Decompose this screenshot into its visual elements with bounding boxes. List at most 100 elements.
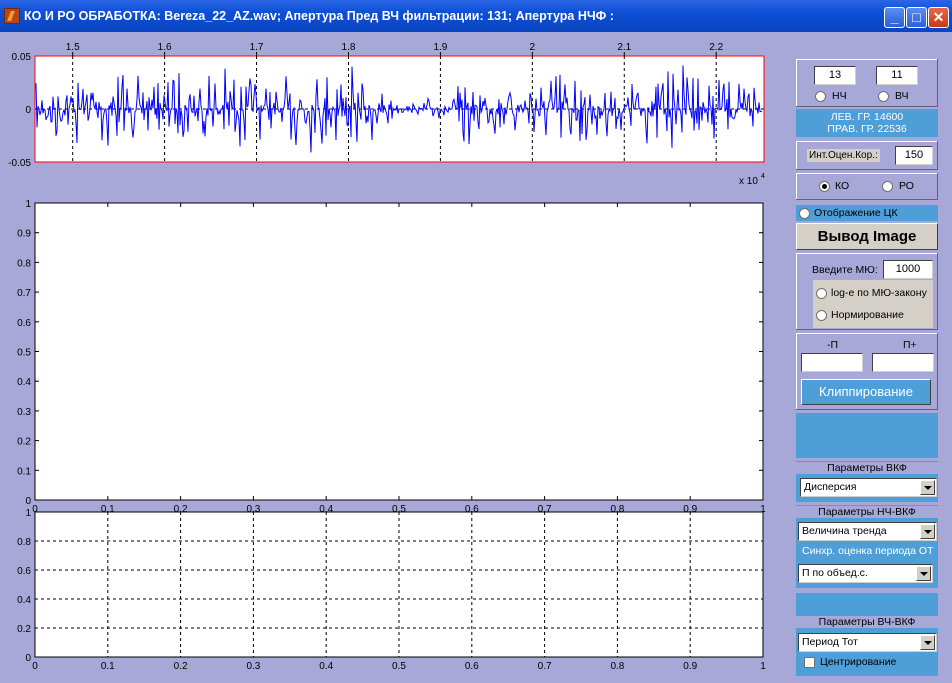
x-tick-label: 0.6 [465, 661, 479, 672]
int-est-label: Инт.Оцен.Кор.: [807, 149, 880, 162]
log-mu-radio[interactable] [816, 288, 827, 299]
left-bound-text: ЛЕВ. ГР. 14600 [830, 111, 904, 123]
y-tick-label: 0.2 [17, 624, 31, 635]
x-tick-label: 1.7 [250, 42, 264, 53]
vkf-params-label: Параметры ВКФ [796, 462, 938, 474]
sync-select-value: П по объед.с. [802, 567, 868, 579]
show-ck-label: Отображение ЦК [814, 207, 898, 219]
ko-radio[interactable] [819, 181, 830, 192]
x-tick-label: 0.9 [683, 661, 697, 672]
y-tick-label: 0.6 [17, 318, 31, 329]
x-tick-label: 0.7 [538, 661, 552, 672]
y-tick-label: 0.2 [17, 437, 31, 448]
x-tick-label: 1 [760, 661, 766, 672]
chevron-down-icon[interactable] [920, 524, 935, 539]
x-tick-label: 0 [32, 661, 38, 672]
hf-aperture-input[interactable]: 11 [876, 66, 918, 85]
lf-aperture-input[interactable]: 13 [814, 66, 856, 85]
hf-radio-label: ВЧ [895, 90, 909, 102]
centering-label: Центрирование [820, 656, 897, 668]
y-tick-label: 0.4 [17, 377, 31, 388]
y-tick-label: 0.3 [17, 407, 31, 418]
y-tick-label: 0 [25, 105, 31, 116]
x-tick-label: 1.6 [158, 42, 172, 53]
matlab-icon [4, 8, 20, 24]
x-tick-label: 0.2 [174, 661, 188, 672]
show-ck-radio[interactable] [799, 208, 810, 219]
y-tick-label: 0.1 [17, 466, 31, 477]
log-mu-label: log-е по МЮ-закону [831, 287, 927, 299]
y-tick-label: 0.9 [17, 229, 31, 240]
ro-radio[interactable] [882, 181, 893, 192]
lf-radio-label: НЧ [832, 90, 847, 102]
lf-vkf-select-value: Величина тренда [802, 525, 887, 537]
waveform-axes[interactable]: 1.5 1.6 1.7 1.8 1.9 2 2.1 2.2 0.05 0 -0.05 x 10 4 [0, 32, 790, 192]
y-tick-label: 0.05 [12, 52, 32, 63]
vkf-panel: Параметры ВКФ Дисперсия [796, 461, 938, 502]
y-tick-label: 1 [25, 199, 31, 210]
minus-p-input[interactable] [801, 353, 863, 372]
sync-select[interactable]: П по объед.с. [798, 564, 933, 583]
x-tick-label: 0.1 [101, 661, 115, 672]
mu-input[interactable]: 1000 [883, 260, 933, 279]
centering-checkbox[interactable] [804, 657, 815, 668]
y-tick-label: 0.4 [17, 595, 31, 606]
y-tick-label: 0.6 [17, 566, 31, 577]
hf-radio[interactable] [878, 91, 889, 102]
ro-radio-label: РО [899, 180, 914, 192]
y-tick-label: 0 [25, 653, 31, 664]
x-tick-label: 2.2 [709, 42, 723, 53]
chevron-down-icon[interactable] [920, 635, 935, 650]
image-axes[interactable]: 0 0.1 0.2 0.3 0.4 0.5 0.6 0.7 0.8 0.9 100.10.20.30… [0, 196, 790, 518]
x-tick-label: 2 [530, 42, 536, 53]
app-window: КО И РО ОБРАБОТКА: Bereza_22_AZ.wav; Апе… [0, 0, 952, 683]
clip-panel: -П П+ Клиппирование [796, 333, 938, 410]
lf-radio[interactable] [815, 91, 826, 102]
y-tick-label: 0.8 [17, 537, 31, 548]
x-exponent-base: x 10 [739, 176, 758, 187]
x-tick-label: 0.3 [246, 661, 260, 672]
show-ck-row[interactable]: Отображение ЦК [796, 205, 938, 221]
clip-button[interactable]: Клиппирование [801, 379, 931, 405]
mu-options-group: log-е по МЮ-закону Нормирование [813, 280, 933, 328]
x-tick-label: 1.5 [66, 42, 80, 53]
image-plot-area [34, 202, 764, 501]
vkf-select-value: Дисперсия [804, 481, 857, 493]
sync-label: Синхр. оценка периода ОТ [802, 545, 934, 557]
y-tick-label: 1 [25, 508, 31, 519]
plus-p-input[interactable] [872, 353, 934, 372]
lf-vkf-params-label: Параметры НЧ-ВКФ [796, 506, 938, 518]
y-tick-label: 0.8 [17, 258, 31, 269]
info-area [796, 413, 938, 458]
ko-radio-label: КО [835, 180, 850, 192]
minimize-button[interactable]: _ [884, 7, 905, 28]
vkf-select[interactable]: Дисперсия [800, 478, 937, 497]
hf-vkf-panel: Параметры ВЧ-ВКФ Период Тот Центрировани… [796, 615, 938, 676]
filter-aperture-panel: 13 11 НЧ ВЧ [796, 59, 938, 107]
mu-law-panel: Введите МЮ: 1000 log-е по МЮ-закону Норм… [796, 253, 938, 330]
normalize-radio[interactable] [816, 310, 827, 321]
x-tick-label: 0.4 [319, 661, 333, 672]
chevron-down-icon[interactable] [920, 480, 935, 495]
title-bar[interactable]: КО И РО ОБРАБОТКА: Bereza_22_AZ.wav; Апе… [0, 0, 952, 32]
chevron-down-icon[interactable] [916, 566, 931, 581]
y-tick-label: 0.5 [17, 348, 31, 359]
spacer-panel [796, 593, 938, 615]
x-tick-label: 0.5 [392, 661, 406, 672]
output-image-button[interactable]: Вывод Image [796, 223, 938, 250]
mode-panel: КО РО [796, 173, 938, 200]
y-tick-label: 0.7 [17, 288, 31, 299]
hf-vkf-params-label: Параметры ВЧ-ВКФ [796, 616, 938, 628]
x-tick-label: 0.8 [610, 661, 624, 672]
hf-vkf-select[interactable]: Период Тот [798, 633, 937, 652]
close-button[interactable]: ✕ [928, 7, 949, 28]
bounds-display: ЛЕВ. ГР. 14600 ПРАВ. ГР. 22536 [796, 109, 938, 137]
maximize-button[interactable]: □ [906, 7, 927, 28]
y-tick-label: -0.05 [8, 158, 31, 169]
x-exponent-power: 4 [761, 173, 765, 180]
lf-vkf-select[interactable]: Величина тренда [798, 522, 937, 541]
int-est-input[interactable]: 150 [895, 146, 933, 165]
right-bound-text: ПРАВ. ГР. 22536 [827, 123, 907, 135]
normalize-label: Нормирование [831, 309, 904, 321]
correlation-axes[interactable]: 0 0.1 0.2 0.3 0.4 0.5 0.6 0.7 0.8 0.9 1 0 0.2 0.4 0.6 0… [0, 505, 790, 683]
